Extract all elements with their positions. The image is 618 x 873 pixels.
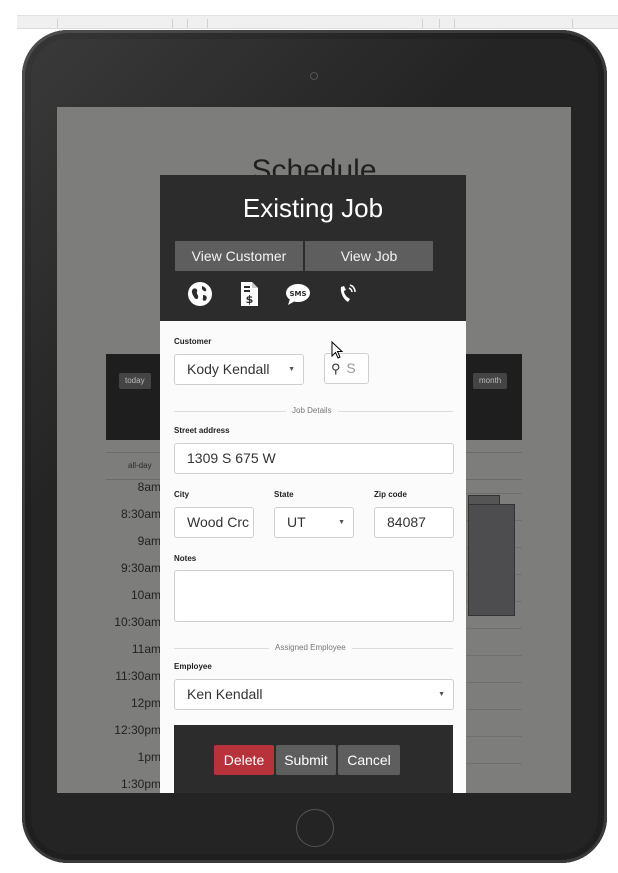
delete-button[interactable]: Delete: [214, 745, 274, 775]
home-button[interactable]: [296, 809, 334, 847]
time-label: 10am: [130, 588, 161, 602]
modal-title: Existing Job: [242, 193, 384, 223]
today-button[interactable]: today: [119, 373, 151, 389]
notes-label: Notes: [174, 554, 197, 563]
search-icon: ⚲: [331, 361, 341, 376]
existing-job-modal: Existing Job View Customer View Job $ SM…: [160, 175, 466, 793]
globe-icon[interactable]: [187, 281, 213, 307]
time-label: 1:30pm: [120, 777, 161, 791]
time-label: 8:30am: [120, 507, 161, 521]
assigned-employee-divider-label: Assigned Employee: [269, 643, 352, 652]
chevron-down-icon: ▼: [438, 691, 445, 698]
view-customer-button[interactable]: View Customer: [175, 241, 303, 271]
notes-textarea[interactable]: [174, 570, 454, 622]
svg-text:SMS: SMS: [289, 290, 306, 298]
time-label: 1pm: [137, 750, 161, 764]
employee-selected-value: Ken Kendall: [187, 686, 263, 702]
state-selected-value: UT: [287, 514, 306, 530]
zip-code-input[interactable]: 84087: [374, 507, 454, 538]
time-label: 10:30am: [114, 615, 161, 629]
street-address-label: Street address: [174, 426, 230, 435]
camera-icon: [310, 72, 318, 80]
time-label: 9am: [137, 534, 161, 548]
mouse-cursor-icon: [331, 341, 344, 359]
chevron-down-icon: ▼: [288, 366, 295, 373]
strip-divider: [422, 19, 423, 28]
customer-label: Customer: [174, 337, 212, 346]
allday-label: all-day: [128, 461, 152, 470]
chevron-down-icon: ▼: [338, 519, 345, 526]
time-label: 12:30pm: [114, 723, 161, 737]
sms-icon[interactable]: SMS: [285, 281, 311, 307]
employee-label: Employee: [174, 662, 212, 671]
phone-call-icon[interactable]: [335, 281, 361, 307]
modal-header: Existing Job View Customer View Job $ SM…: [160, 175, 466, 321]
strip-divider: [454, 19, 455, 28]
customer-selected-value: Kody Kendall: [187, 361, 270, 377]
employee-select[interactable]: Ken Kendall ▼: [174, 679, 454, 710]
state-label: State: [274, 490, 294, 499]
strip-divider: [57, 19, 58, 28]
time-label: 11am: [131, 642, 161, 656]
customer-select[interactable]: Kody Kendall ▼: [174, 354, 304, 385]
svg-text:$: $: [246, 293, 254, 306]
strip-divider: [439, 19, 440, 28]
strip-divider: [207, 19, 208, 28]
month-button[interactable]: month: [473, 373, 508, 389]
city-label: City: [174, 490, 190, 499]
time-label: 8am: [137, 480, 161, 494]
time-label: 9:30am: [120, 561, 161, 575]
strip-divider: [172, 19, 173, 28]
view-job-button[interactable]: View Job: [305, 241, 433, 271]
street-address-input[interactable]: 1309 S 675 W: [174, 443, 454, 474]
time-label: 12pm: [130, 696, 161, 710]
strip-divider: [572, 19, 573, 28]
modal-footer: Delete Submit Cancel: [174, 725, 453, 793]
city-input[interactable]: Wood Crc: [174, 507, 254, 538]
zip-code-label: Zip code: [374, 490, 407, 499]
state-select[interactable]: UT ▼: [274, 507, 354, 538]
strip-divider: [187, 19, 188, 28]
job-details-divider-label: Job Details: [286, 406, 338, 415]
browser-top-strip: [17, 15, 618, 29]
time-label: 11:30am: [115, 669, 161, 683]
cancel-button[interactable]: Cancel: [338, 745, 400, 775]
invoice-icon[interactable]: $: [236, 281, 262, 307]
submit-button[interactable]: Submit: [276, 745, 336, 775]
customer-search-placeholder: S: [346, 360, 356, 376]
calendar-event[interactable]: [468, 504, 515, 616]
